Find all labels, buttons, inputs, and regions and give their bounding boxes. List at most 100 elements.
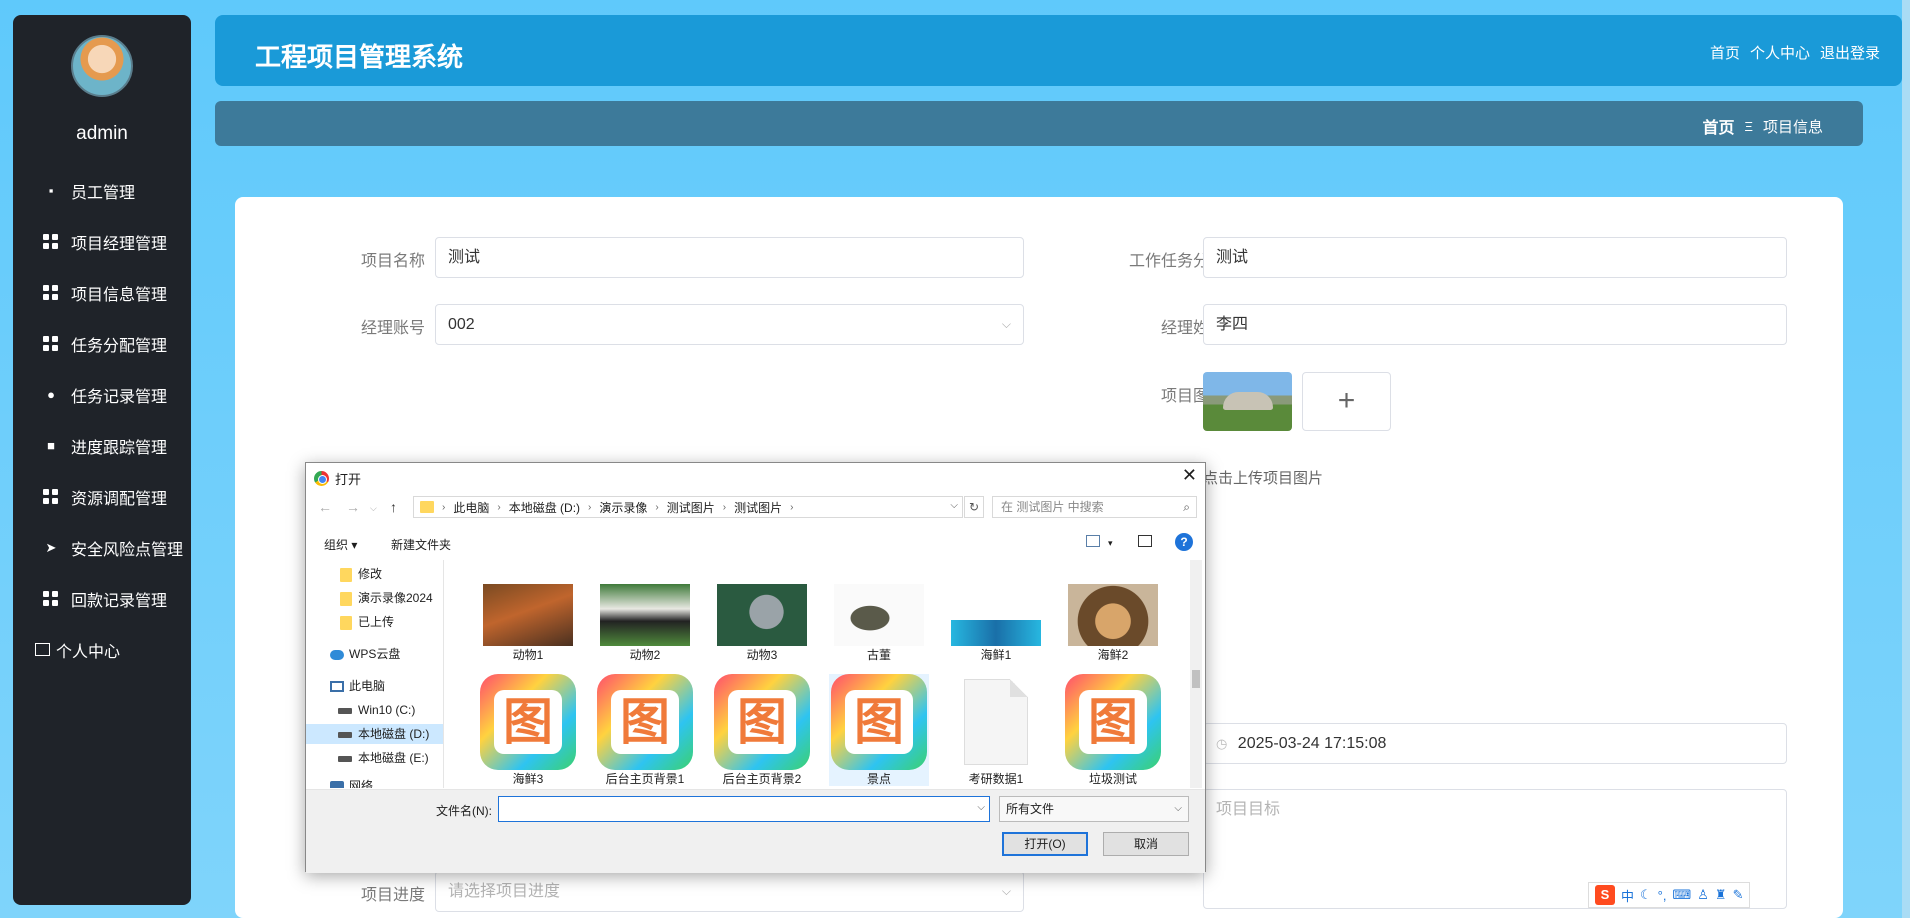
refresh-icon[interactable]: ↻ <box>964 496 984 518</box>
tree-item[interactable]: WPS云盘 <box>306 644 443 664</box>
sidebar-menu: ▪ 员工管理 项目经理管理 项目信息管理 任务分配管理 ● 任务记录管理 ■ 进… <box>13 165 191 675</box>
sidebar-item-label: 任务记录管理 <box>71 388 168 406</box>
drive-icon <box>338 707 352 714</box>
file-item[interactable]: 海鲜1 <box>946 584 1046 662</box>
sidebar-item-staff[interactable]: ▪ 员工管理 <box>13 165 191 216</box>
dialog-toolbar: 组织 ▾ 新建文件夹 ▾ ? <box>306 531 1205 557</box>
file-item[interactable]: 考研数据1 <box>946 674 1046 786</box>
manager-account-select[interactable]: 002 ⌵ <box>435 304 1024 345</box>
sidebar-item-risk[interactable]: ➤ 安全风险点管理 <box>13 522 191 573</box>
file-item[interactable]: 后台主页背景2 <box>712 674 812 786</box>
chevron-down-icon[interactable]: ⌵ <box>977 802 985 813</box>
cancel-button[interactable]: 取消 <box>1103 832 1189 856</box>
open-button[interactable]: 打开(O) <box>1002 832 1088 856</box>
avatar[interactable] <box>71 35 133 97</box>
organize-button[interactable]: 组织 ▾ <box>324 536 357 553</box>
sogou-icon[interactable]: S <box>1595 885 1615 905</box>
page-scrollbar[interactable] <box>1902 0 1910 918</box>
file-item[interactable]: 动物3 <box>712 584 812 662</box>
sidebar-item-task-assign[interactable]: 任务分配管理 <box>13 318 191 369</box>
file-item[interactable]: 古董 <box>829 584 929 662</box>
sidebar-item-progress[interactable]: ■ 进度跟踪管理 <box>13 420 191 471</box>
file-type-select[interactable]: 所有文件 ⌵ <box>999 796 1189 822</box>
tree-item[interactable]: 演示录像2024 <box>306 588 443 608</box>
folder-search-input[interactable]: 在 测试图片 中搜索 ⌕ <box>992 496 1197 518</box>
file-item-hover[interactable]: 景点 <box>829 674 929 786</box>
tree-item[interactable]: 网络 <box>306 776 443 788</box>
manager-account-label: 经理账号 <box>360 320 425 337</box>
sidebar-item-personal[interactable]: 个人中心 <box>13 624 191 675</box>
user-icon[interactable]: ♙ <box>1697 887 1709 903</box>
project-image-thumbnail[interactable] <box>1203 372 1292 431</box>
nav-profile-link[interactable]: 个人中心 <box>1750 42 1810 63</box>
folder-icon <box>340 567 352 582</box>
filename-input[interactable]: ⌵ <box>498 796 990 822</box>
chevron-right-icon: › <box>497 501 501 513</box>
path-segment[interactable]: 演示录像 <box>599 499 647 516</box>
file-item[interactable]: 动物2 <box>595 584 695 662</box>
sidebar-item-manager[interactable]: 项目经理管理 <box>13 216 191 267</box>
history-dropdown-icon[interactable]: ⌵ <box>370 503 377 514</box>
file-name: 海鲜1 <box>980 648 1012 662</box>
bulb-icon: ● <box>47 386 55 402</box>
path-segment[interactable]: 测试图片 <box>734 499 782 516</box>
path-segment[interactable]: 此电脑 <box>453 499 489 516</box>
new-folder-button[interactable]: 新建文件夹 <box>391 536 451 553</box>
task-assign-input[interactable]: 测试 <box>1203 237 1787 278</box>
tree-item[interactable]: 已上传 <box>306 612 443 632</box>
nav-logout-link[interactable]: 退出登录 <box>1820 42 1880 63</box>
view-mode-icon[interactable] <box>1086 535 1100 547</box>
dialog-titlebar: 打开 <box>314 469 361 487</box>
address-bar[interactable]: › 此电脑 › 本地磁盘 (D:) › 演示录像 › 测试图片 › 测试图片 ›… <box>413 496 963 518</box>
help-icon[interactable]: ? <box>1175 533 1193 551</box>
path-segment[interactable]: 本地磁盘 (D:) <box>509 499 580 516</box>
tree-item-selected[interactable]: 本地磁盘 (D:) <box>306 724 443 744</box>
punctuation-icon[interactable]: °, <box>1658 888 1667 903</box>
files-scrollbar[interactable] <box>1190 560 1202 788</box>
chevron-down-icon[interactable]: ▾ <box>1108 538 1113 549</box>
path-segment[interactable]: 测试图片 <box>667 499 715 516</box>
dialog-title: 打开 <box>335 471 362 487</box>
breadcrumb-bar: 首页 Ξ 项目信息 <box>215 101 1863 146</box>
breadcrumb-home[interactable]: 首页 <box>1703 114 1735 138</box>
upload-hint: 点击上传项目图片 <box>1203 470 1324 487</box>
back-arrow-icon[interactable]: ← <box>318 499 332 515</box>
upload-plus-button[interactable]: + <box>1302 372 1391 431</box>
project-name-input[interactable]: 测试 <box>435 237 1024 278</box>
drive-icon <box>338 755 352 762</box>
sidebar-item-project-info[interactable]: 项目信息管理 <box>13 267 191 318</box>
chrome-icon <box>314 470 329 486</box>
ime-toolbar: S 中 ☾ °, ⌨ ♙ ♜ ✎ <box>1588 882 1751 908</box>
file-item[interactable]: 后台主页背景1 <box>595 674 695 786</box>
file-item[interactable]: 垃圾测试 <box>1063 674 1163 786</box>
manager-name-input[interactable]: 李四 <box>1203 304 1787 345</box>
sidebar-item-resource[interactable]: 资源调配管理 <box>13 471 191 522</box>
close-icon[interactable]: ✕ <box>1182 465 1197 486</box>
file-item[interactable]: 海鲜3 <box>478 674 578 786</box>
tree-item[interactable]: 本地磁盘 (E:) <box>306 748 443 768</box>
sidebar-item-task-record[interactable]: ● 任务记录管理 <box>13 369 191 420</box>
datetime-input[interactable]: ◷ 2025-03-24 17:15:08 <box>1203 723 1787 764</box>
wrench-icon[interactable]: ✎ <box>1733 887 1744 903</box>
up-arrow-icon[interactable]: ↑ <box>390 499 397 515</box>
preview-pane-icon[interactable] <box>1138 535 1152 547</box>
shirt-icon[interactable]: ♜ <box>1715 887 1727 903</box>
file-item[interactable]: 海鲜2 <box>1063 584 1163 662</box>
nav-home-link[interactable]: 首页 <box>1710 42 1740 63</box>
forward-arrow-icon[interactable]: → <box>346 499 360 515</box>
file-name: 景点 <box>866 772 891 786</box>
ime-lang[interactable]: 中 <box>1621 886 1634 905</box>
chevron-down-icon[interactable]: ⌵ <box>950 500 958 511</box>
file-item[interactable]: 动物1 <box>478 584 578 662</box>
tree-item[interactable]: 修改 <box>306 564 443 584</box>
sidebar-item-payment[interactable]: 回款记录管理 <box>13 573 191 624</box>
sidebar-item-label: 回款记录管理 <box>71 592 168 610</box>
keyboard-icon[interactable]: ⌨ <box>1672 887 1691 903</box>
tree-item[interactable]: Win10 (C:) <box>306 700 443 720</box>
search-placeholder: 在 测试图片 中搜索 <box>1001 500 1104 514</box>
chevron-right-icon: › <box>655 501 659 513</box>
progress-select[interactable]: 请选择项目进度 ⌵ <box>435 871 1024 912</box>
tree-item[interactable]: 此电脑 <box>306 676 443 696</box>
moon-icon[interactable]: ☾ <box>1640 887 1652 903</box>
tree-item-label: 演示录像2024 <box>358 591 433 605</box>
